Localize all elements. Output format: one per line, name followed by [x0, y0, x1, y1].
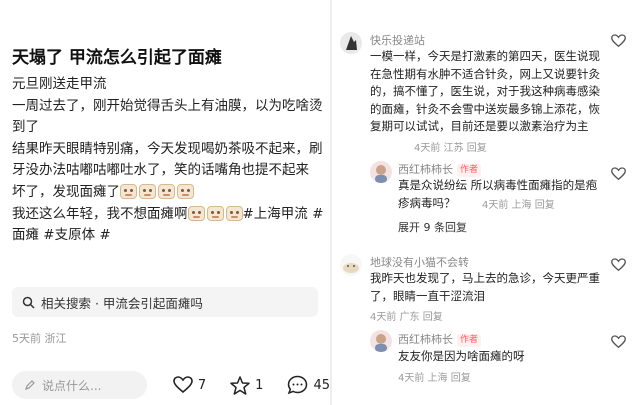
post-body: 元旦刚送走甲流 一周过去了，刚开始觉得舌头上有油膜，以为吃啥烫到了 结果昨天眼睛…	[12, 74, 324, 247]
commenter-name[interactable]: 西红柿柿长	[398, 333, 453, 346]
like-count: 7	[197, 377, 207, 393]
avatar[interactable]	[370, 330, 392, 352]
post-panel: 天塌了 甲流怎么引起了面瘫 元旦刚送走甲流 一周过去了，刚开始觉得舌头上有油膜，…	[0, 0, 330, 405]
avatar[interactable]	[340, 254, 362, 276]
emoji-icon	[206, 206, 224, 222]
comment-placeholder: 说点什么...	[42, 378, 102, 393]
comment-like-icon[interactable]	[611, 335, 626, 349]
reply-author: 西红柿柿长 作者	[398, 331, 482, 347]
avatar[interactable]	[340, 32, 362, 54]
emoji-icon	[225, 206, 243, 222]
comment-like-icon[interactable]	[611, 258, 626, 272]
comment-text: 一模一样，今天是打激素的第四天，医生说现在急性期有水肿不适合针灸，网上又说要针灸…	[370, 49, 600, 133]
emoji-icon	[158, 184, 175, 200]
expand-replies[interactable]: 展开 9 条回复	[398, 219, 467, 235]
post-line: 坏了，发现面瘫了	[12, 182, 324, 204]
author-badge: 作者	[457, 163, 482, 177]
related-search[interactable]: 相关搜索 · 甲流会引起面瘫吗	[12, 287, 318, 317]
post-line: 元旦刚送走甲流	[12, 76, 107, 92]
emoji-icon	[177, 184, 194, 200]
comment-meta[interactable]: 4天前 广东 回复	[370, 308, 443, 323]
favorite-count: 1	[255, 377, 264, 393]
heart-icon	[173, 376, 193, 394]
post-line: 我还这么年轻，我不想面瘫啊 #上海甲流 #面瘫 #支原体 #	[12, 204, 324, 247]
comment-like-icon[interactable]	[611, 34, 626, 48]
comment-text: 友友你是因为啥面瘫的呀	[398, 349, 525, 363]
emoji-icon	[187, 206, 205, 222]
emoji-sequence	[120, 184, 194, 200]
favorite-button[interactable]: 1	[230, 375, 264, 395]
emoji-icon	[120, 184, 137, 200]
comment-text: 我昨天也发现了，马上去的急诊，今天更严重了，眼睛一直干涩流泪	[370, 271, 600, 303]
post-meta: 5天前 浙江	[12, 332, 67, 345]
comments-panel: 快乐投递站 一模一样，今天是打激素的第四天，医生说现在急性期有水肿不适合针灸，网…	[332, 0, 640, 405]
comment-meta[interactable]: 4天前 上海 回复	[482, 196, 555, 211]
commenter-name[interactable]: 地球没有小猫不会转	[370, 254, 469, 270]
comment-meta[interactable]: 4天前 江苏 回复	[414, 139, 487, 154]
pen-icon	[25, 380, 35, 390]
author-badge: 作者	[457, 333, 482, 347]
bottom-action-bar: 说点什么... 7 1 45	[0, 365, 330, 405]
comment-button[interactable]: 45	[287, 375, 330, 395]
like-button[interactable]: 7	[173, 376, 206, 394]
commenter-name[interactable]: 西红柿柿长	[398, 163, 453, 176]
comment-input[interactable]: 说点什么...	[12, 371, 147, 399]
post-line-text: 坏了，发现面瘫了	[12, 183, 120, 200]
comment-count: 45	[313, 377, 330, 393]
emoji-icon	[139, 184, 156, 200]
reply-author: 西红柿柿长 作者	[398, 161, 482, 177]
post-line-text: 我还这么年轻，我不想面瘫啊	[12, 205, 188, 222]
comment-icon	[288, 375, 308, 395]
comment-meta[interactable]: 4天前 上海 回复	[398, 369, 471, 384]
post-title: 天塌了 甲流怎么引起了面瘫	[12, 48, 222, 68]
related-search-text: 相关搜索 · 甲流会引起面瘫吗	[41, 295, 203, 311]
avatar[interactable]	[370, 161, 392, 183]
post-line: 一周过去了，刚开始觉得舌头上有油膜，以为吃啥烫到了	[12, 97, 323, 136]
star-icon	[230, 375, 250, 395]
commenter-name[interactable]: 快乐投递站	[370, 32, 425, 48]
emoji-sequence	[187, 206, 243, 222]
post-line: 结果昨天眼睛特别痛，今天发现喝奶茶吸不起来，刷牙没办法咕嘟咕嘟吐水了，笑的话嘴角…	[12, 140, 323, 179]
comment-like-icon[interactable]	[611, 167, 626, 181]
search-icon	[22, 296, 35, 309]
